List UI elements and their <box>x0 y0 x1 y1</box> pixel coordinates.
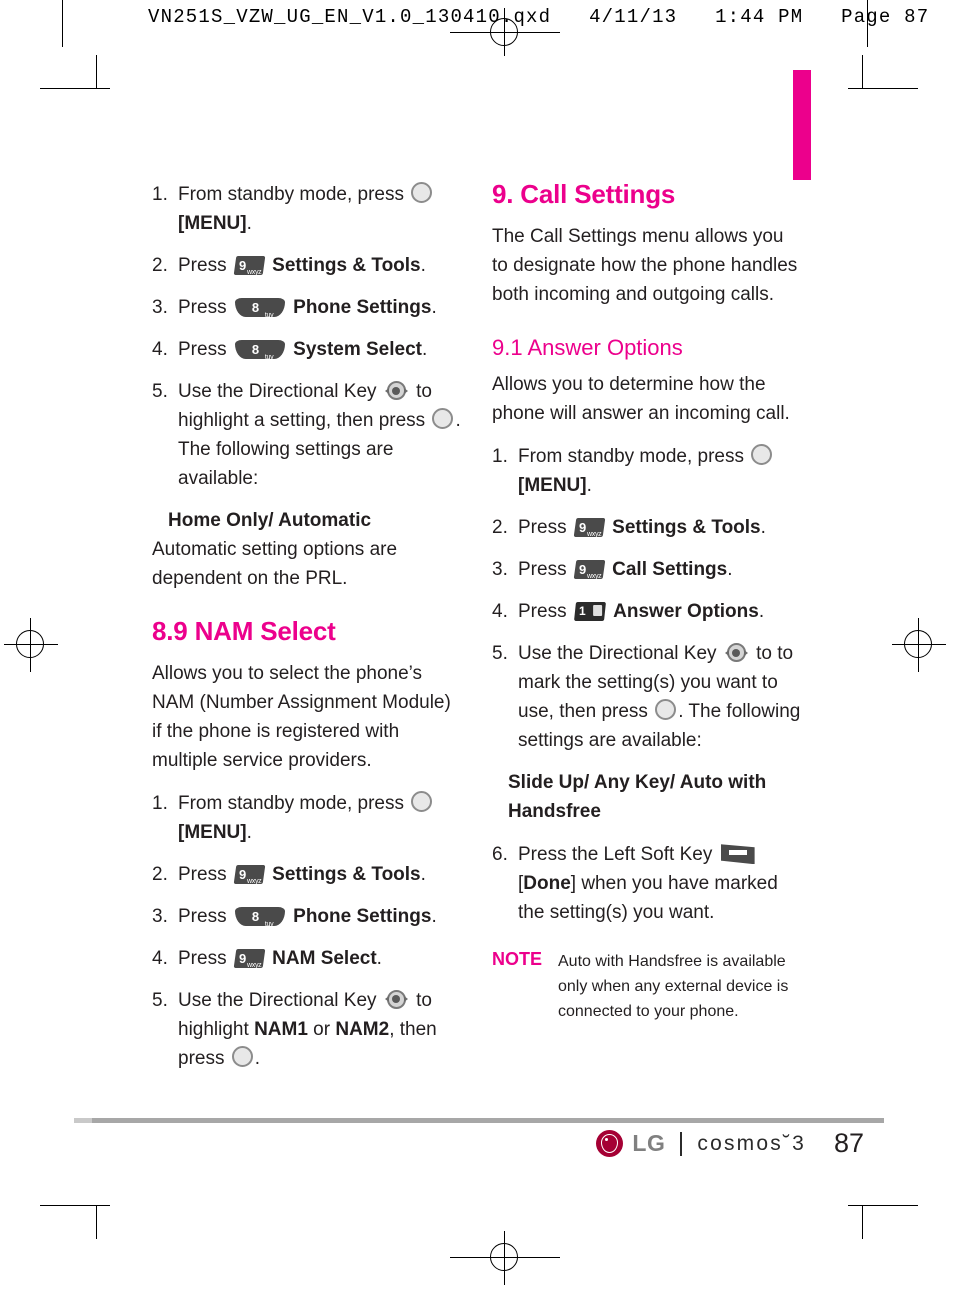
step-number: 1. <box>152 184 168 205</box>
emphasis-text: Done <box>523 873 571 895</box>
left-soft-key-icon <box>720 844 755 865</box>
key-1-icon: 1 <box>573 602 606 622</box>
emphasis-text: NAM Select <box>272 947 377 969</box>
answer-options-values: Slide Up/ Any Key/ Auto with Handsfree <box>508 772 767 823</box>
emphasis-text: Call Settings <box>612 559 728 581</box>
step-item: 2. Press 9 wxyz Settings & Tools. <box>152 860 464 889</box>
page-number: 87 <box>833 1128 864 1158</box>
step-number: 3. <box>492 559 508 581</box>
note-block: NOTE Auto with Handsfree is available on… <box>492 949 804 1024</box>
footer-branding: LG cosmos˘3 <box>596 1130 806 1157</box>
note-label: NOTE <box>492 949 543 970</box>
option-title: Home Only/ Automatic <box>168 510 372 531</box>
step-number: 2. <box>152 255 168 276</box>
emphasis-text: NAM1 <box>254 1018 308 1040</box>
section-intro-nam-select: Allows you to select the phone’s NAM (Nu… <box>152 662 451 771</box>
ok-key-icon <box>411 790 433 812</box>
left-option-block: Home Only/ Automatic Automatic setting o… <box>152 506 464 593</box>
step-item: 1. From standby mode, press [MENU]. <box>152 789 464 847</box>
footer-divider <box>680 1131 683 1156</box>
key-9-wxyz-icon: 9 wxyz <box>573 518 606 538</box>
emphasis-text: Phone Settings <box>293 905 432 927</box>
option-description: Automatic setting options are dependent … <box>152 539 398 589</box>
step-number: 1. <box>492 446 508 468</box>
manual-page: 1. From standby mode, press [MENU]. 2. Pres… <box>0 0 954 1292</box>
note-text: Auto with Handsfree is available only wh… <box>558 953 789 1021</box>
step-item: 4. Press 9 wxyz NAM Select. <box>152 944 464 973</box>
key-8-tuv-icon: 8 tuv <box>234 340 285 361</box>
step-number: 2. <box>492 517 508 539</box>
directional-key-icon <box>384 989 408 1010</box>
directional-key-icon <box>724 643 748 663</box>
key-8-tuv-icon: 8 tuv <box>234 298 285 319</box>
step-item: 5. Use the Directional Key to highlight a… <box>152 377 464 493</box>
nam-select-step-list: 1. From standby mode, press [MENU]. 2. Pres… <box>152 789 464 1073</box>
step-item: 6. Press the Left Soft Key [Done] when yo… <box>492 840 804 927</box>
step-item: 3. Press 8 tuv Phone Settings. <box>152 902 464 931</box>
step-number: 2. <box>152 863 168 885</box>
emphasis-text: Answer Options <box>613 601 759 623</box>
step-item: 3. Press 8 tuv Phone Settings. <box>152 293 464 322</box>
emphasis-text: [MENU] <box>178 821 247 843</box>
step-item: 2. Press 9 wxyz Settings & Tools. <box>152 251 464 280</box>
ok-key-icon <box>655 699 677 721</box>
key-9-wxyz-icon: 9 wxyz <box>233 948 266 969</box>
answer-options-step-list: 1. From standby mode, press [MENU]. 2. Pres… <box>492 442 804 755</box>
step-item: 4. Press 8 tuv System Select. <box>152 335 464 364</box>
emphasis-text: Phone Settings <box>293 297 432 318</box>
step-number: 5. <box>152 989 168 1011</box>
chapter-heading-call-settings: 9. Call Settings <box>492 179 676 209</box>
right-column: 9. Call Settings The Call Settings menu … <box>492 179 804 1024</box>
footer-rule-cap <box>74 1118 92 1123</box>
step-item: 1. From standby mode, press [MENU]. <box>152 180 464 238</box>
key-9-wxyz-icon: 9 wxyz <box>233 256 266 276</box>
step-item: 1. From standby mode, press [MENU]. <box>492 442 804 500</box>
step-number: 4. <box>152 947 168 969</box>
emphasis-text: NAM2 <box>335 1018 390 1040</box>
section-heading-answer-options: 9.1 Answer Options <box>492 334 683 360</box>
step-item: 5. Use the Directional Key to to mark the… <box>492 639 804 755</box>
step-number: 3. <box>152 905 168 927</box>
left-column: 1. From standby mode, press [MENU]. 2. Pres… <box>152 180 464 1086</box>
lg-logo-icon <box>596 1130 624 1157</box>
step-number: 1. <box>152 792 168 814</box>
step-number: 4. <box>152 339 168 360</box>
ok-key-icon <box>432 408 454 429</box>
emphasis-text: Settings & Tools <box>272 863 421 885</box>
product-wordmark: cosmos˘3 <box>697 1131 806 1155</box>
emphasis-text: System Select <box>293 339 422 360</box>
step-number: 3. <box>152 297 168 318</box>
section-heading-nam-select: 8.9 NAM Select <box>152 616 336 646</box>
step-number: 5. <box>152 381 168 402</box>
step-item: 5. Use the Directional Key to highlight N… <box>152 986 464 1073</box>
key-9-wxyz-icon: 9 wxyz <box>233 864 266 885</box>
step-item: 3. Press 9 wxyz Call Settings. <box>492 555 804 584</box>
page-footer: LG cosmos˘3 87 <box>0 1128 954 1172</box>
emphasis-text: Settings & Tools <box>612 517 761 539</box>
footer-rule <box>74 1118 884 1123</box>
lg-wordmark: LG <box>632 1130 666 1156</box>
ok-key-icon <box>231 1045 253 1067</box>
left-continued-step-list: 1. From standby mode, press [MENU]. 2. Pres… <box>152 180 464 493</box>
ok-key-icon <box>751 444 773 466</box>
emphasis-text: Settings & Tools <box>272 255 421 276</box>
directional-key-icon <box>384 381 408 401</box>
step-item: 2. Press 9 wxyz Settings & Tools. <box>492 513 804 542</box>
step-item: 4. Press 1 Answer Options. <box>492 597 804 626</box>
step-number: 6. <box>492 844 508 866</box>
step-number: 4. <box>492 601 508 623</box>
step-number: 5. <box>492 643 508 665</box>
emphasis-text: [MENU] <box>518 475 587 497</box>
emphasis-text: [MENU] <box>178 213 247 234</box>
section-intro-answer-options: Allows you to determine how the phone wi… <box>492 374 790 425</box>
key-9-wxyz-icon: 9 wxyz <box>573 560 606 580</box>
ok-key-icon <box>411 182 433 203</box>
chapter-intro-call-settings: The Call Settings menu allows you to des… <box>492 225 798 305</box>
key-8-tuv-icon: 8 tuv <box>234 906 285 928</box>
answer-options-final-step: 6. Press the Left Soft Key [Done] when yo… <box>492 840 804 927</box>
